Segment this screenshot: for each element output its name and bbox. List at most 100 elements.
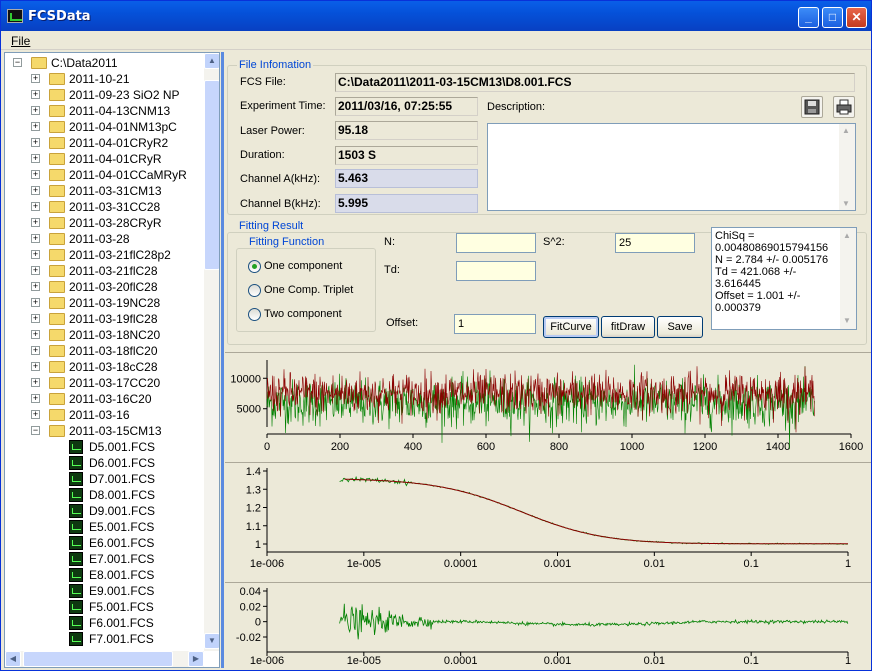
tree-folder[interactable]: +2011-10-21 (5, 71, 204, 87)
expand-icon[interactable]: + (31, 170, 40, 179)
td-input[interactable] (456, 261, 536, 281)
tree-folder[interactable]: +2011-04-01CCaMRyR (5, 167, 204, 183)
x-tick-label-1: 400 (404, 441, 422, 453)
tree-vertical-scrollbar[interactable]: ▲ ▼ (204, 53, 219, 651)
tree-file[interactable]: D6.001.FCS (5, 455, 204, 471)
result-scrollbar[interactable]: ▲ ▼ (840, 228, 856, 329)
tree-folder[interactable]: +2011-03-21flC28 (5, 263, 204, 279)
tree-folder[interactable]: +2011-03-16 (5, 407, 204, 423)
tree-file[interactable]: E8.001.FCS (5, 567, 204, 583)
tree-folder[interactable]: +2011-03-17CC20 (5, 375, 204, 391)
scroll-left-button[interactable]: ◀ (5, 651, 21, 667)
fitdraw-button[interactable]: fitDraw (601, 316, 655, 338)
tree-folder[interactable]: +2011-09-23 SiO2 NP (5, 87, 204, 103)
y-tick-label-2: 1.4 (246, 466, 261, 478)
tree-file[interactable]: E7.001.FCS (5, 551, 204, 567)
expand-icon[interactable]: + (31, 314, 40, 323)
expand-icon[interactable]: + (31, 266, 40, 275)
title-bar[interactable]: FCSData _ □ ✕ (1, 1, 871, 31)
scroll-thumb[interactable] (204, 80, 219, 270)
save-fit-button[interactable]: Save (657, 316, 703, 338)
minimize-button[interactable]: _ (798, 7, 819, 28)
print-icon[interactable] (833, 96, 855, 118)
tree-root[interactable]: − C:\Data2011 (5, 55, 204, 71)
s2-input[interactable]: 25 (615, 233, 695, 253)
tree-folder[interactable]: +2011-03-31CC28 (5, 199, 204, 215)
tree-file[interactable]: D7.001.FCS (5, 471, 204, 487)
scroll-up-button[interactable]: ▲ (204, 53, 219, 69)
fitcurve-button[interactable]: FitCurve (543, 316, 599, 338)
offset-input[interactable]: 1 (454, 314, 536, 334)
folder-icon (49, 73, 65, 85)
expand-icon[interactable]: + (31, 106, 40, 115)
tree-folder[interactable]: +2011-03-28CRyR (5, 215, 204, 231)
expand-icon[interactable]: + (31, 90, 40, 99)
folder-tree[interactable]: ▲ ▼ ◀ ▶ − C:\Data2011 +2011-10-21 +2011-09-… (4, 52, 220, 668)
expand-icon[interactable]: + (31, 378, 40, 387)
tree-file[interactable]: F5.001.FCS (5, 599, 204, 615)
tree-folder[interactable]: +2011-04-01CRyR2 (5, 135, 204, 151)
close-button[interactable]: ✕ (846, 7, 867, 28)
fcs-file-icon (69, 600, 83, 614)
description-textarea[interactable]: ▲ ▼ (487, 123, 856, 211)
n-input[interactable] (456, 233, 536, 253)
tree-file[interactable]: D9.001.FCS (5, 503, 204, 519)
collapse-icon[interactable]: − (31, 426, 40, 435)
menu-file[interactable]: File (11, 34, 30, 48)
tree-horizontal-scrollbar[interactable]: ◀ ▶ (5, 651, 204, 667)
expand-icon[interactable]: + (31, 218, 40, 227)
expand-icon[interactable]: + (31, 202, 40, 211)
x-tick-label-1: 200 (331, 441, 349, 453)
expand-icon[interactable]: + (31, 122, 40, 131)
tree-file[interactable]: E5.001.FCS (5, 519, 204, 535)
expand-icon[interactable]: + (31, 298, 40, 307)
tree-folder[interactable]: +2011-03-18NC20 (5, 327, 204, 343)
expand-icon[interactable]: + (31, 410, 40, 419)
expand-icon[interactable]: + (31, 154, 40, 163)
collapse-icon[interactable]: − (13, 58, 22, 67)
tree-folder[interactable]: +2011-03-18flC20 (5, 343, 204, 359)
tree-folder[interactable]: +2011-03-19NC28 (5, 295, 204, 311)
x-tick-label-1: 1400 (766, 441, 790, 453)
expand-icon[interactable]: + (31, 394, 40, 403)
scroll-down-button[interactable]: ▼ (204, 633, 219, 649)
expand-icon[interactable]: + (31, 138, 40, 147)
tree-folder[interactable]: +2011-03-20flC28 (5, 279, 204, 295)
tree-folder[interactable]: +2011-03-19flC28 (5, 311, 204, 327)
fit-result-line: ChiSq = (715, 230, 755, 242)
maximize-button[interactable]: □ (822, 7, 843, 28)
tree-folder-open[interactable]: − 2011-03-15CM13 (5, 423, 204, 439)
tree-folder[interactable]: +2011-03-18cC28 (5, 359, 204, 375)
description-scrollbar[interactable]: ▲ ▼ (839, 124, 855, 210)
expand-icon[interactable]: + (31, 74, 40, 83)
save-file-icon[interactable] (801, 96, 823, 118)
splitter[interactable] (221, 52, 224, 668)
tree-folder[interactable]: +2011-04-01CRyR (5, 151, 204, 167)
expand-icon[interactable]: + (31, 362, 40, 371)
expand-icon[interactable]: + (31, 234, 40, 243)
expand-icon[interactable]: + (31, 282, 40, 291)
n-label: N: (384, 236, 395, 248)
expand-icon[interactable]: + (31, 250, 40, 259)
tree-folder[interactable]: +2011-03-21flC28p2 (5, 247, 204, 263)
tree-folder[interactable]: +2011-03-28 (5, 231, 204, 247)
exp-time-value: 2011/03/16, 07:25:55 (335, 97, 478, 116)
tree-file[interactable]: F6.001.FCS (5, 615, 204, 631)
expand-icon[interactable]: + (31, 186, 40, 195)
tree-file[interactable]: E6.001.FCS (5, 535, 204, 551)
tree-folder[interactable]: +2011-03-16C20 (5, 391, 204, 407)
tree-file[interactable]: D5.001.FCS (5, 439, 204, 455)
tree-file[interactable]: D8.001.FCS (5, 487, 204, 503)
tree-folder[interactable]: +2011-04-13CNM13 (5, 103, 204, 119)
scroll-right-button[interactable]: ▶ (188, 651, 204, 667)
tree-item-label: 2011-03-17CC20 (69, 376, 161, 390)
hscroll-thumb[interactable] (23, 651, 173, 667)
tree-file[interactable]: F7.001.FCS (5, 631, 204, 647)
fit-result-text[interactable]: ▲ ▼ ChiSq = 0.00480869015794156 N = 2.784 … (711, 227, 857, 330)
tree-folder[interactable]: +2011-04-01NM13pC (5, 119, 204, 135)
tree-folder[interactable]: +2011-03-31CM13 (5, 183, 204, 199)
tree-file[interactable]: E9.001.FCS (5, 583, 204, 599)
expand-icon[interactable]: + (31, 330, 40, 339)
expand-icon[interactable]: + (31, 346, 40, 355)
x-tick-label-3: 0.0001 (444, 655, 478, 667)
